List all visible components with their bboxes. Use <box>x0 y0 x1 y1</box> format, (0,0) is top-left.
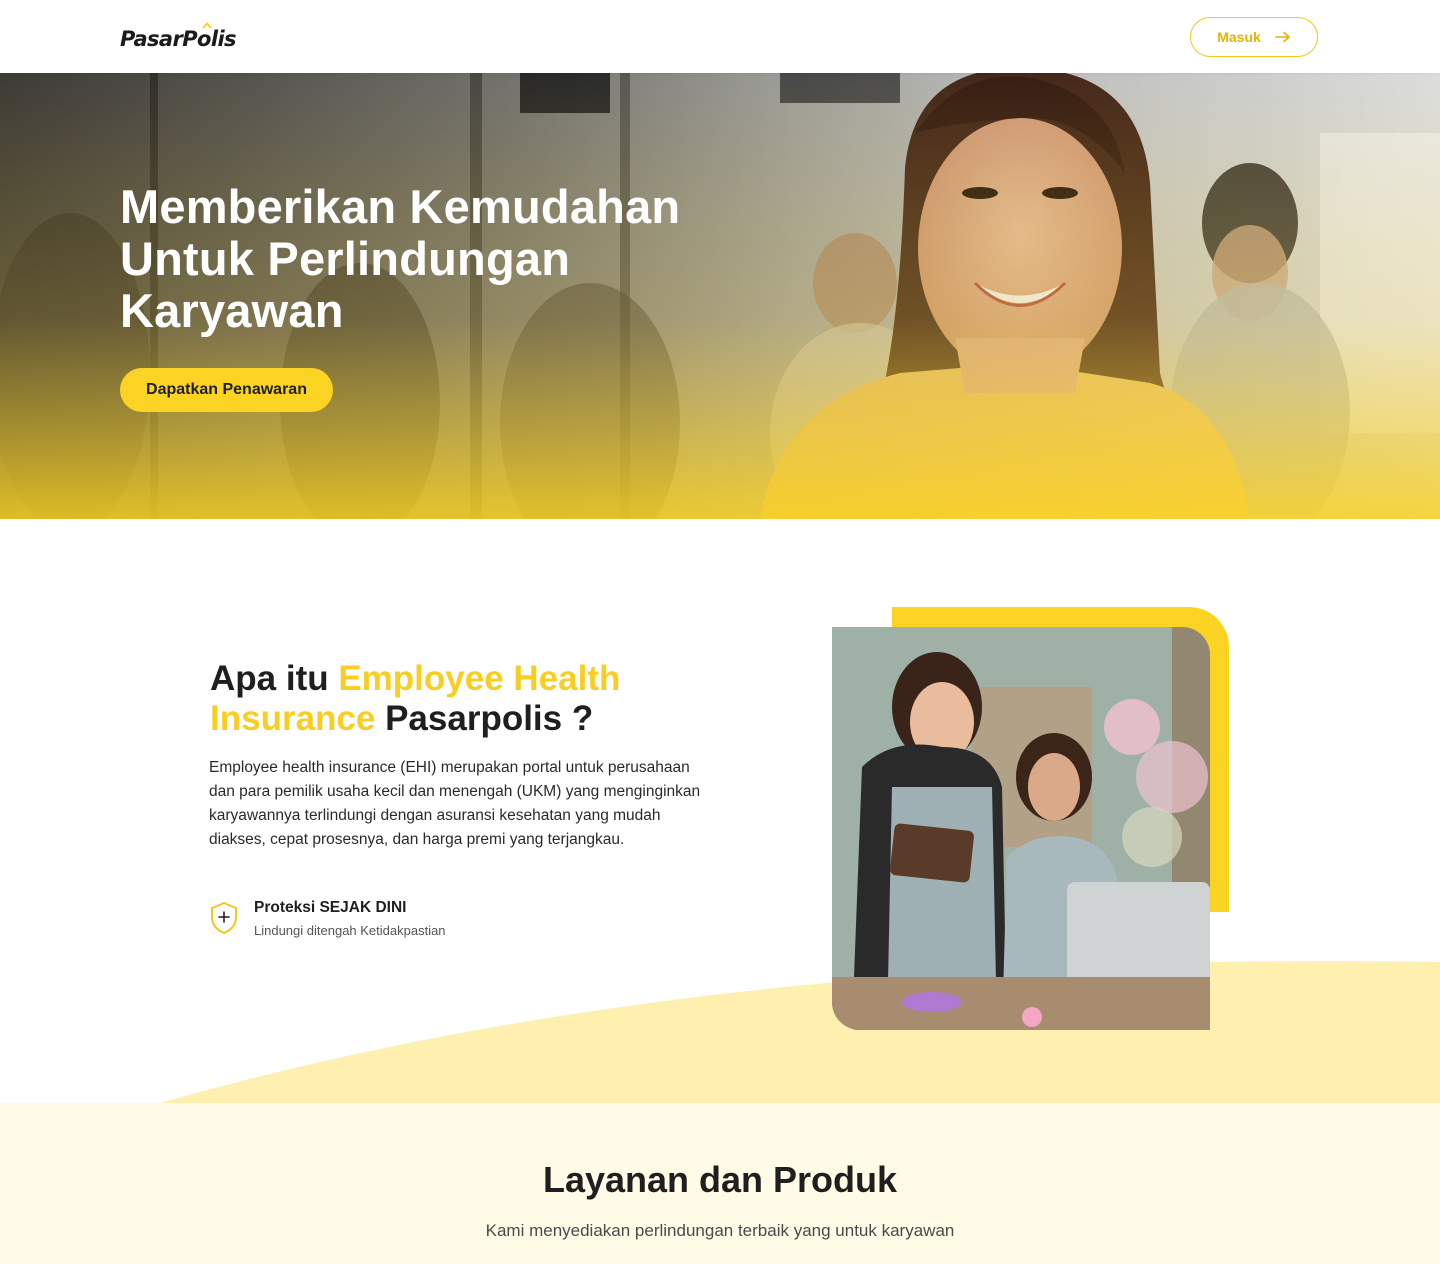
pasarpolis-logo[interactable]: PasarPolis <box>120 22 237 52</box>
products-section: Layanan dan Produk Kami menyediakan perl… <box>0 1103 1440 1264</box>
flower-shop-illustration <box>832 627 1210 1030</box>
login-button[interactable]: Masuk <box>1190 17 1318 57</box>
products-subtitle: Kami menyediakan perlindungan terbaik ya… <box>485 1221 955 1240</box>
logo-hat-icon <box>202 22 212 28</box>
about-section: Apa itu Employee Health Insurance Pasarp… <box>0 519 1440 1103</box>
about-title-suffix: Pasarpolis ? <box>375 699 594 738</box>
get-offer-button[interactable]: Dapatkan Penawaran <box>120 368 333 412</box>
about-title: Apa itu Employee Health Insurance Pasarp… <box>210 659 730 739</box>
hero-title-line-3: Karyawan <box>120 284 344 337</box>
arrow-right-icon <box>1274 31 1290 43</box>
about-title-prefix: Apa itu <box>210 659 339 698</box>
products-title: Layanan dan Produk <box>542 1159 898 1200</box>
flower-shop-photo <box>832 627 1210 1030</box>
feature-protection: Proteksi SEJAK DINI Lindungi ditengah Ke… <box>209 899 629 943</box>
feature-title: Proteksi SEJAK DINI <box>254 899 407 916</box>
about-description: Employee health insurance (EHI) merupaka… <box>209 759 701 848</box>
hero-title-line-1: Memberikan Kemudahan <box>120 180 681 233</box>
hero-section: Memberikan Kemudahan Untuk Perlindungan … <box>0 73 1440 519</box>
feature-subtitle: Lindungi ditengah Ketidakpastian <box>254 923 446 938</box>
logo-text: PasarPolis <box>120 27 237 51</box>
site-header: PasarPolis Masuk <box>0 0 1440 73</box>
login-label: Masuk <box>1217 29 1261 45</box>
hero-title-line-2: Untuk Perlindungan <box>120 232 571 285</box>
shield-plus-icon <box>211 902 237 934</box>
hero-title: Memberikan Kemudahan Untuk Perlindungan … <box>120 181 760 337</box>
